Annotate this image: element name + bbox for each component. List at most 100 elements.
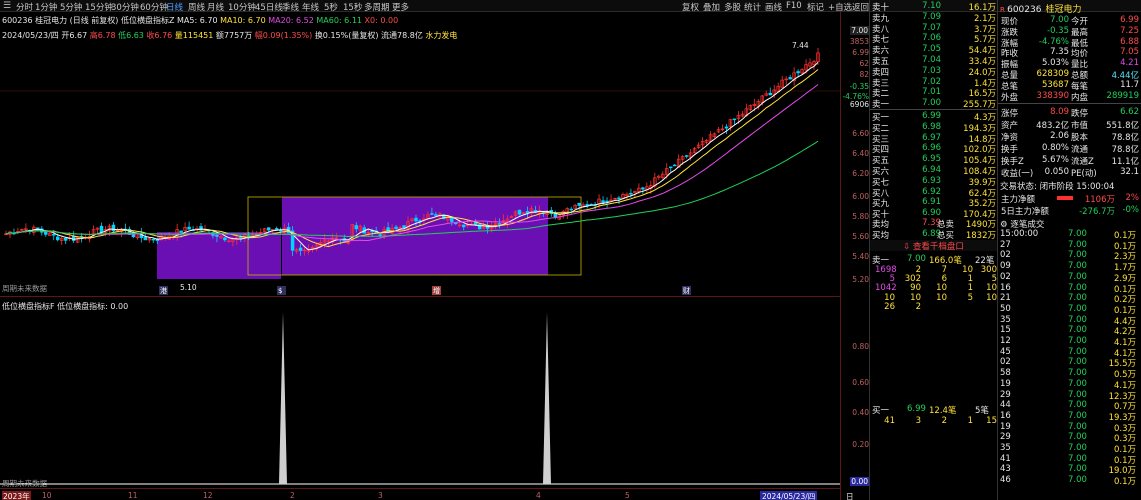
orderbook-row[interactable]: 买八 6.92 62.4万 [871,187,996,199]
period-tab[interactable]: 10分钟 [228,1,256,13]
candle-body [111,224,116,232]
sub-axis-tick: 0.80 [852,342,869,351]
orderbook-row[interactable]: 卖一 7.00 255.7万 [871,98,996,110]
period-tab[interactable]: 年线 [302,1,319,13]
main-footer: 周期未来数据 [2,284,47,293]
tick-row: 50 7.00 0.1万 [998,303,1141,316]
period-tab[interactable]: 周线 [188,1,205,13]
period-tab[interactable]: 1分钟 [35,1,57,13]
level-price: 6.90 [922,208,941,219]
orderbook-row[interactable]: 卖二 7.01 16.5万 [871,87,996,99]
tick-row: 15 7.00 4.2万 [998,325,1141,337]
tick-price: 7.00 [1068,475,1087,486]
orderbook-row[interactable]: 卖五 7.04 33.4万 [871,55,996,67]
candle-body [63,237,68,241]
tick-time: 19 [1000,421,1011,432]
period-tab[interactable]: 15秒 [343,1,362,13]
period-tab[interactable]: 5秒 [324,1,338,13]
quote-row: 涨幅 -4.76% 最低 6.88 [999,36,1141,49]
event-marker-label: 财 [683,286,690,295]
period-tab[interactable]: 45日线 [255,1,283,13]
toolbar-tool-button[interactable]: 统计 [744,1,761,13]
period-label[interactable]: 日线 [846,491,854,500]
orderbook-row[interactable]: 买二 6.98 194.3万 [871,122,996,134]
orderbook-row[interactable]: 卖八 7.07 3.7万 [871,23,996,35]
orderbook-row[interactable]: 买九 6.91 35.2万 [871,197,996,209]
candle-body [266,227,271,231]
toolbar-tool-button[interactable]: 复权 [682,1,699,13]
toolbar-tool-button[interactable]: F10 [786,1,802,11]
candle-body [462,224,466,228]
orderbook-row[interactable]: 卖六 7.05 54.4万 [871,44,996,56]
period-tab[interactable]: 多周期 [364,1,390,13]
period-tab[interactable]: 60分钟 [140,1,168,13]
orderbook-row[interactable]: 卖七 7.06 5.7万 [871,33,996,45]
orderbook-row[interactable]: 卖三 7.02 1.4万 [871,77,996,89]
toolbar-tool-button[interactable]: 多股 [724,1,741,13]
quote-row: 收益(一) 0.050 PE(动) 32.1 [999,167,1141,179]
view-depth-button[interactable]: ⇩ 查看千档盘口 [870,240,997,252]
chart-divider [0,296,840,297]
quote-row: 总笔 53687 每笔 11.7 [999,79,1141,92]
menu-icon[interactable]: ☰ [3,1,11,11]
toolbar-tool-button[interactable]: 标记 [807,1,824,13]
axis-small: 82 [859,70,869,79]
toolbar-tool-button[interactable]: 画线 [765,1,782,13]
price-tick: 6.00 [852,192,869,201]
period-tab[interactable]: 30分钟 [111,1,139,13]
tick-price: 7.00 [1068,229,1087,239]
quote-value: 11.7 [1120,79,1139,90]
period-tab[interactable]: 5分钟 [60,1,82,13]
candle-body [414,217,418,222]
indicator-name[interactable]: 低位横盘指标Z [121,16,174,25]
quote-field: 流通 [1071,145,1089,155]
tick-price: 7.00 [1068,346,1087,357]
price-top: 7.00 [850,26,869,35]
orderbook-row[interactable]: 买四 6.96 102.0万 [871,143,996,155]
tick-time: 50 [1000,303,1011,314]
ohlc-sector[interactable]: 水力发电 [425,31,457,40]
quote-row: 净资 2.06 股本 78.8亿 [999,131,1141,143]
tick-time: 16 [1000,410,1011,421]
tick-time: 19 [1000,378,1011,389]
orderbook-row[interactable]: 买五 6.95 105.4万 [871,154,996,166]
fund-flow-row: 主力净额 1106万 2% [999,193,1141,205]
tick-time: 44 [1000,400,1011,411]
sideways-zone-box [157,232,281,279]
orderbook-row[interactable]: 卖四 7.03 24.0万 [871,66,996,78]
period-tab[interactable]: 日线 [166,1,183,13]
candlestick-chart[interactable]: 7.44 5.10 港 $ 增 财 [0,40,840,295]
orderbook-row[interactable]: 卖九 7.09 2.1万 [871,12,996,24]
quote-value: 7.25 [1120,25,1139,36]
quote-value: -4.76% [1038,36,1069,47]
tick-row: 43 7.00 19.0万 [998,464,1141,476]
quote-value: 289919 [1106,90,1139,101]
tick-price: 7.00 [1068,410,1087,421]
level-price: 7.00 [922,98,941,109]
orderbook-row[interactable]: 买七 6.93 39.9万 [871,176,996,188]
period-tab[interactable]: 更多 [392,1,409,13]
vol-label: 6906 [849,100,869,109]
sub-indicator-chart[interactable] [0,298,840,488]
tick-row: 19 7.00 0.3万 [998,421,1141,434]
queue-cell: 41 [884,416,895,426]
orderbook-row[interactable]: 买三 6.97 14.8万 [871,133,996,145]
orderbook-row[interactable]: 卖十 7.10 16.1万 [871,1,996,13]
axis-small: 62 [859,59,869,68]
period-tab[interactable]: 季线 [282,1,299,13]
period-tab[interactable]: 15分钟 [85,1,113,13]
toolbar-tool-button[interactable]: 叠加 [703,1,720,13]
orderbook-row[interactable]: 买六 6.94 108.4万 [871,165,996,177]
trade-status: 交易状态: 闭市阶段 15:00:04 [1000,182,1115,192]
tick-price: 7.00 [1068,293,1087,304]
period-tab[interactable]: 分时 [16,1,33,13]
tick-row: 46 7.00 0.1万 [998,475,1141,487]
tick-row: 44 7.00 0.7万 [998,400,1141,412]
time-tick: 5 [625,491,630,500]
period-tab[interactable]: 月线 [207,1,224,13]
ohlc-low: 低6.63 [118,31,144,40]
tick-row: 27 7.00 0.1万 [998,240,1141,252]
orderbook-row[interactable]: 买一 6.99 4.3万 [871,111,996,123]
tick-price: 7.00 [1068,421,1087,432]
chart-title-bar: 600236 桂冠电力 (日线 前复权) 低位横盘指标Z MA5: 6.70 M… [2,15,398,26]
